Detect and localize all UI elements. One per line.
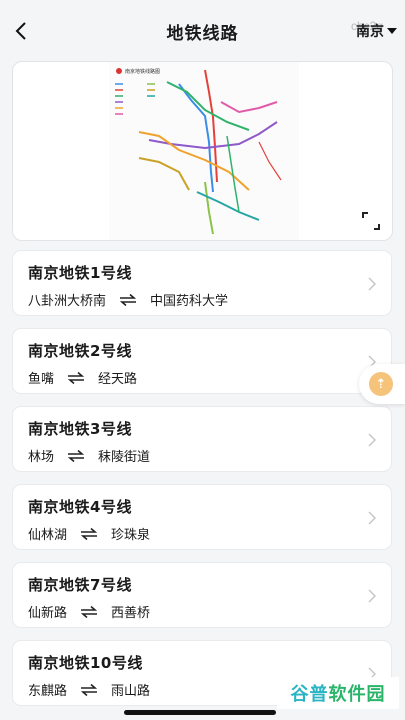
start-station: 林场	[28, 450, 55, 465]
line-name: 南京地铁1号线	[28, 264, 132, 282]
line-name: 南京地铁4号线	[28, 498, 132, 516]
floating-action-button[interactable]: ⇡	[359, 364, 405, 404]
line-route: 鱼嘴 经天路	[28, 368, 137, 387]
line-item-7[interactable]: 南京地铁7号线 仙新路 西善桥	[12, 562, 392, 628]
line-item-2[interactable]: 南京地铁2号线 鱼嘴 经天路	[12, 328, 392, 394]
start-station: 仙新路	[28, 606, 68, 621]
metro-line-list: 南京地铁1号线 八卦洲大桥南 中国药科大学 南京地铁2号线 鱼嘴 经天路 南京地…	[12, 250, 392, 718]
line-item-3[interactable]: 南京地铁3号线 林场 秣陵街道	[12, 406, 392, 472]
start-station: 东麒路	[28, 684, 68, 699]
line-route: 八卦洲大桥南 中国药科大学	[28, 290, 228, 309]
up-arrow-icon: ⇡	[369, 372, 393, 396]
chevron-right-icon	[368, 511, 376, 525]
swap-arrows-icon	[81, 683, 98, 696]
map-logo	[116, 68, 122, 74]
swap-arrows-icon	[81, 605, 98, 618]
watermark-logo: 谷普 软件园	[277, 677, 399, 709]
swap-arrows-icon	[81, 527, 98, 540]
page-title: 地铁线路	[166, 24, 239, 44]
line-name: 南京地铁10号线	[28, 654, 143, 672]
start-station: 仙林湖	[28, 528, 68, 543]
watermark-logo-part1: 谷普	[290, 684, 329, 705]
chevron-right-icon	[368, 589, 376, 603]
line-name: 南京地铁2号线	[28, 342, 132, 360]
swap-arrows-icon	[120, 293, 137, 306]
line-name: 南京地铁7号线	[28, 576, 132, 594]
chevron-right-icon	[368, 277, 376, 291]
line-route: 东麒路 雨山路	[28, 680, 150, 699]
start-station: 八卦洲大桥南	[28, 294, 107, 309]
fullscreen-icon[interactable]	[362, 212, 380, 230]
map-legend-title: 南京地铁线路图	[125, 68, 160, 75]
end-station: 雨山路	[111, 684, 151, 699]
caret-down-icon	[387, 28, 397, 34]
line-item-4[interactable]: 南京地铁4号线 仙林湖 珍珠泉	[12, 484, 392, 550]
end-station: 西善桥	[111, 606, 151, 621]
end-station: 中国药科大学	[150, 294, 229, 309]
end-station: 秣陵街道	[98, 450, 151, 465]
chevron-right-icon	[368, 433, 376, 447]
metro-map-card[interactable]: 南京地铁线路图	[12, 61, 393, 241]
line-route: 仙林湖 珍珠泉	[28, 524, 150, 543]
home-indicator[interactable]	[124, 710, 276, 715]
end-station: 珍珠泉	[111, 528, 151, 543]
end-station: 经天路	[98, 372, 138, 387]
metro-map-image: 南京地铁线路图	[109, 62, 299, 240]
line-item-1[interactable]: 南京地铁1号线 八卦洲大桥南 中国药科大学	[12, 250, 392, 316]
city-selector[interactable]: 南京	[356, 21, 397, 41]
top-bar: 地铁线路 cbc2g 南京	[0, 0, 405, 60]
line-route: 仙新路 西善桥	[28, 602, 150, 621]
start-station: 鱼嘴	[28, 372, 55, 387]
swap-arrows-icon	[68, 371, 85, 384]
swap-arrows-icon	[68, 449, 85, 462]
city-label: 南京	[356, 24, 384, 40]
line-name: 南京地铁3号线	[28, 420, 132, 438]
line-route: 林场 秣陵街道	[28, 446, 150, 465]
watermark-logo-part2: 软件园	[328, 684, 386, 705]
